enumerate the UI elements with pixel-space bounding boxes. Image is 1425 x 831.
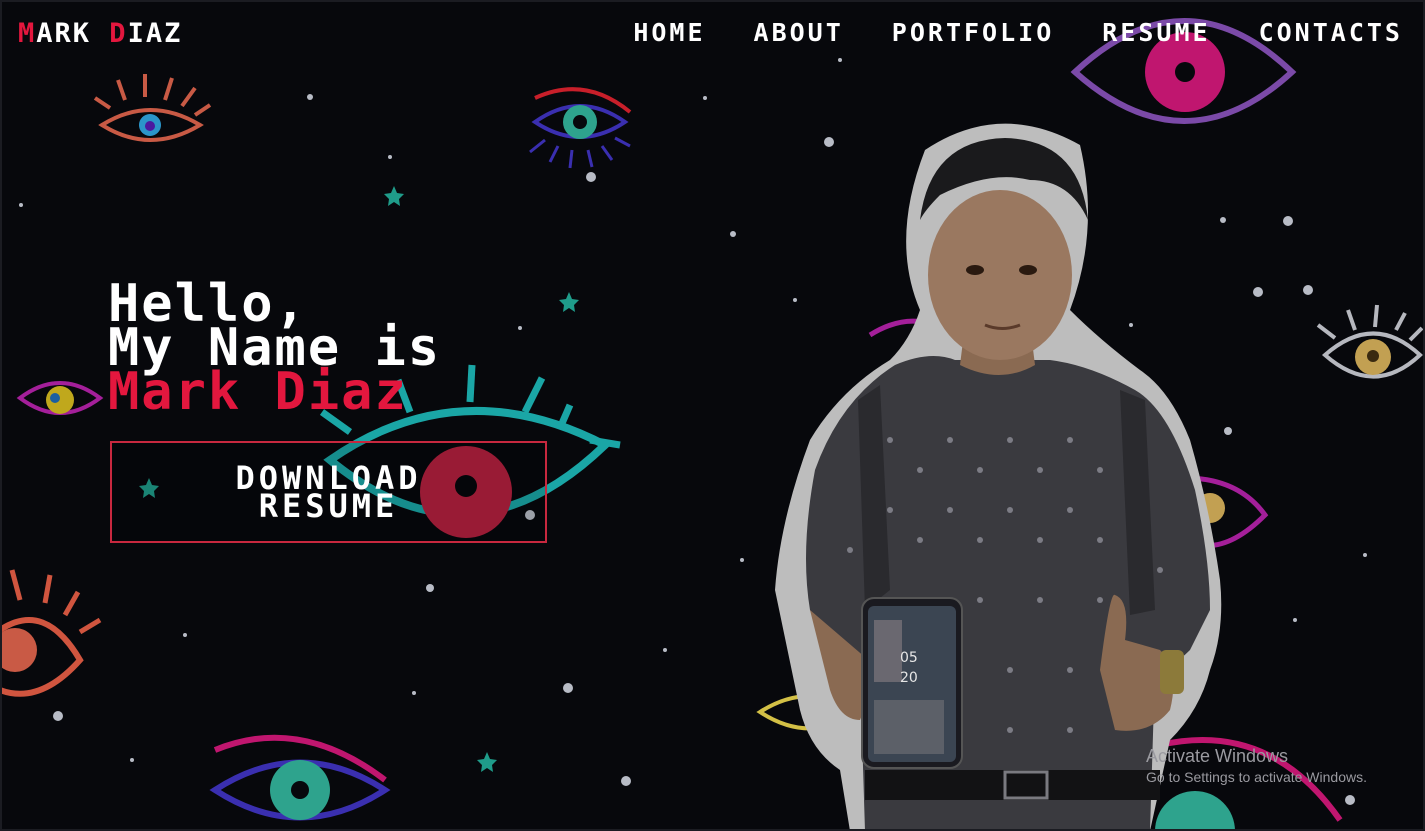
download-resume-line2: RESUME [258,487,399,525]
window-frame [0,0,1425,831]
